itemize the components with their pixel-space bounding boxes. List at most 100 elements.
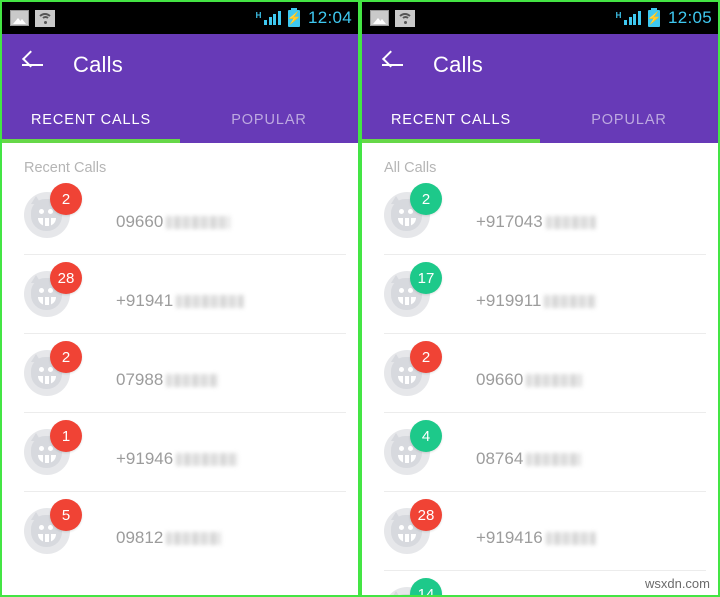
call-count-badge: 28 [50,262,82,294]
redacted-digits [176,294,245,308]
call-count-badge: 2 [50,183,82,215]
phone-number-text: 09812 [116,528,164,547]
status-bar-left-icons [10,9,55,27]
call-count-badge: 2 [410,341,442,373]
redacted-digits [166,373,219,387]
tab-popular[interactable]: POPULAR [540,96,718,143]
redacted-digits [526,373,583,387]
list-item[interactable]: 28 +919416 [362,492,718,570]
phone-number-text: +91946 [116,449,174,468]
status-bar-right-icons: H ⚡ 12:04 [255,7,352,28]
tab-recent-calls-label: RECENT CALLS [390,111,512,128]
tab-bar: RECENT CALLS POPULAR [362,96,718,143]
redacted-digits [166,531,222,545]
list-item[interactable]: 2 +917043 [362,176,718,254]
avatar: 5 [24,499,82,554]
list-item[interactable]: 4 08764 [362,413,718,491]
battery-icon: ⚡ [286,7,302,27]
section-header-label: All Calls [384,160,437,176]
redacted-digits [176,452,239,466]
photo-icon [370,10,389,26]
avatar: 1 [24,420,82,475]
wifi-icon [395,9,415,27]
tab-popular[interactable]: POPULAR [180,96,358,143]
phone-number-text: 07988 [116,370,164,389]
phone-number: +917043 [476,212,596,232]
phone-screen-left: H ⚡ 12:04 Calls RECENT CALLS POPULAR Rec… [0,0,360,597]
phone-number-text: +919911 [476,291,542,310]
avatar: 2 [384,183,442,238]
status-bar-left-icons [370,9,415,27]
section-header-label: Recent Calls [24,160,107,176]
network-type-label: H [255,11,262,20]
signal-icon [624,11,641,25]
call-count-badge: 2 [50,341,82,373]
phone-number-text: 09660 [476,370,524,389]
list-item[interactable]: 5 09812 [2,492,358,570]
phone-number-text: 09660 [116,212,164,231]
signal-icon [264,11,281,25]
list-item[interactable]: 1 +91946 [2,413,358,491]
back-arrow-icon[interactable] [380,52,406,78]
app-toolbar: Calls [2,34,358,96]
phone-number: +919911 [476,291,597,311]
list-item[interactable]: 17 +919911 [362,255,718,333]
avatar: 28 [384,499,442,554]
phone-number: 09812 [116,528,222,548]
avatar: 2 [24,341,82,396]
app-toolbar: Calls [362,34,718,96]
list-item[interactable]: 2 09660 [362,334,718,412]
avatar: 14 [384,578,442,595]
redacted-digits [544,294,597,308]
wifi-icon [35,9,55,27]
network-type-label: H [615,11,622,20]
call-count-badge: 1 [50,420,82,452]
redacted-digits [166,215,231,229]
phone-number-text: +919416 [476,528,543,547]
tab-recent-calls-label: RECENT CALLS [30,111,152,128]
tab-recent-calls[interactable]: RECENT CALLS [362,96,540,143]
avatar: 2 [384,341,442,396]
tab-recent-calls[interactable]: RECENT CALLS [2,96,180,143]
call-count-badge: 14 [410,578,442,595]
avatar: 17 [384,262,442,317]
call-count-badge: 17 [410,262,442,294]
phone-number-text: +917043 [476,212,543,231]
page-title: Calls [433,52,483,77]
phone-number: 09660 [116,212,231,232]
status-bar-clock: 12:04 [307,8,352,27]
phone-number: 08764 [476,449,582,469]
phone-number-text: +91941 [116,291,174,310]
redacted-digits [545,531,596,545]
call-list[interactable]: Recent Calls 2 09660 28 +91941 2 07988 1… [2,143,358,595]
back-arrow-icon[interactable] [20,52,46,78]
phone-number: 07988 [116,370,219,390]
dual-screenshot-container: H ⚡ 12:04 Calls RECENT CALLS POPULAR Rec… [0,0,720,597]
avatar: 2 [24,183,82,238]
tab-bar: RECENT CALLS POPULAR [2,96,358,143]
phone-number: +91946 [116,449,239,469]
redacted-digits [526,452,582,466]
page-title: Calls [73,52,123,77]
battery-icon: ⚡ [646,7,662,27]
watermark: wsxdn.com [644,576,710,591]
call-count-badge: 5 [50,499,82,531]
call-list[interactable]: All Calls 2 +917043 17 +919911 2 09660 4… [362,143,718,595]
status-bar: H ⚡ 12:04 [2,2,358,34]
tab-popular-label: POPULAR [591,111,667,128]
status-bar-right-icons: H ⚡ 12:05 [615,7,712,28]
call-count-badge: 4 [410,420,442,452]
avatar: 4 [384,420,442,475]
list-item[interactable]: 2 07988 [2,334,358,412]
phone-screen-right: H ⚡ 12:05 Calls RECENT CALLS POPULAR All… [360,0,720,597]
list-item[interactable]: 28 +91941 [2,255,358,333]
phone-number: +91941 [116,291,245,311]
redacted-digits [545,215,596,229]
phone-number: +919416 [476,528,596,548]
call-count-badge: 28 [410,499,442,531]
photo-icon [10,10,29,26]
tab-popular-label: POPULAR [231,111,307,128]
phone-number-text: 08764 [476,449,524,468]
list-item[interactable]: 2 09660 [2,176,358,254]
call-count-badge: 2 [410,183,442,215]
